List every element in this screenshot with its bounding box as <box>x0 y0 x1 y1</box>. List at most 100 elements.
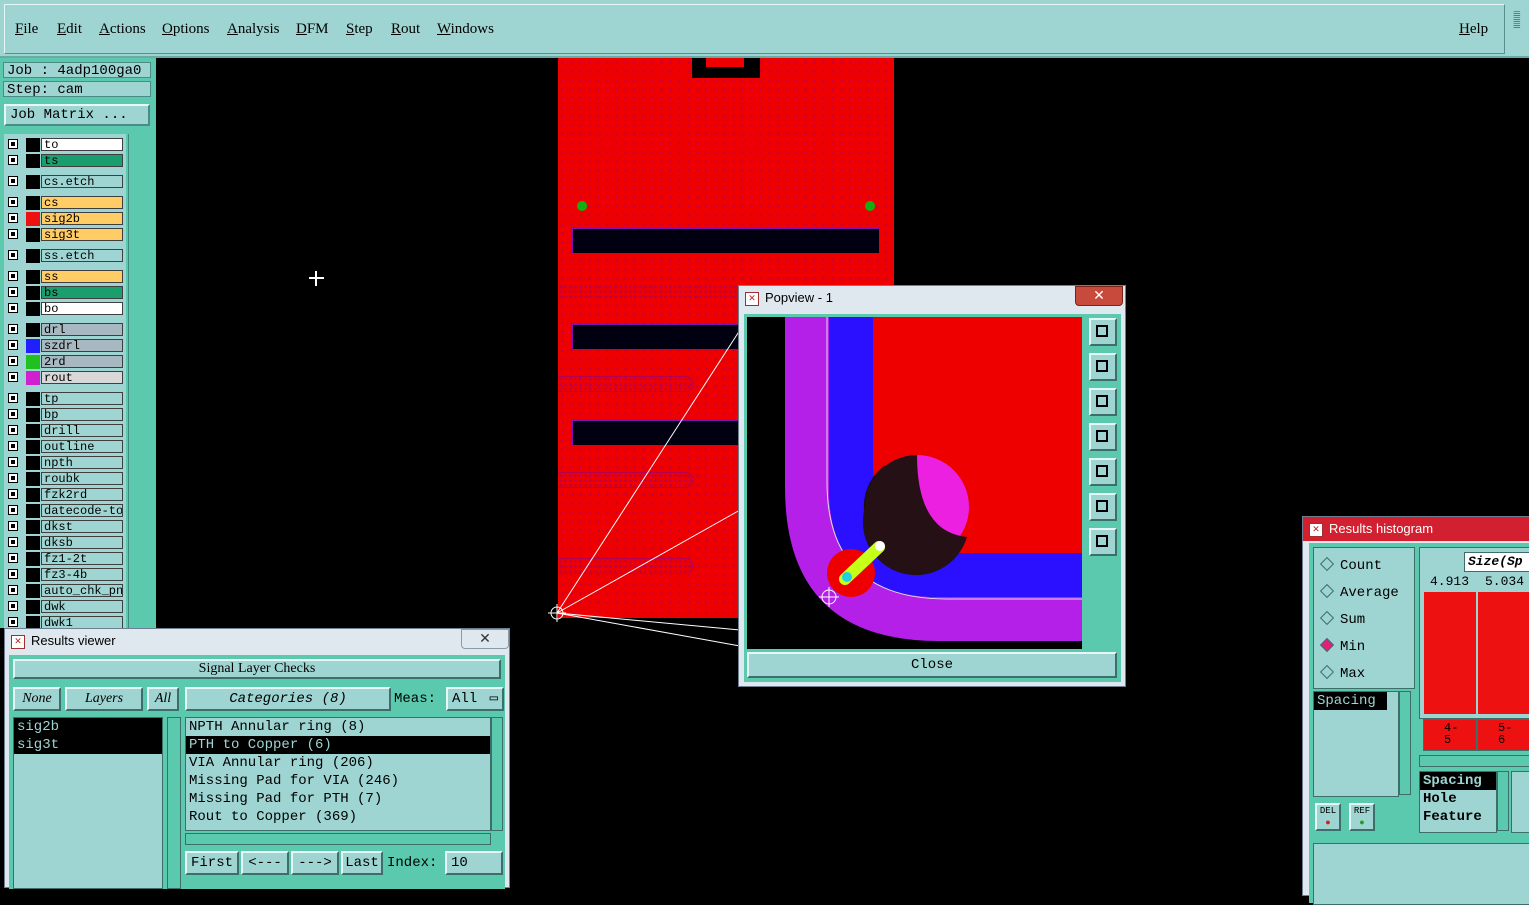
layers-button[interactable]: Layers <box>65 687 143 711</box>
layer-name[interactable]: cs.etch <box>41 175 123 188</box>
layer-checkbox[interactable] <box>8 250 18 260</box>
results-viewer-close-icon[interactable]: ✕ <box>461 629 509 649</box>
layer-name[interactable]: bp <box>41 408 123 421</box>
menu-actions[interactable]: Actions <box>99 21 146 38</box>
layer-row-fzk2rd[interactable]: fzk2rd <box>4 488 126 502</box>
index-input[interactable]: 10 <box>445 851 503 875</box>
layer-row-bp[interactable]: bp <box>4 408 126 422</box>
layer-name[interactable]: drill <box>41 424 123 437</box>
del-button[interactable]: DEL ● <box>1315 803 1341 831</box>
layer-row-cs.etch[interactable]: cs.etch <box>4 175 126 189</box>
layer-color-swatch[interactable] <box>26 355 40 369</box>
menu-help[interactable]: Help <box>1459 21 1488 38</box>
next-button[interactable]: ---> <box>291 851 339 875</box>
layer-name[interactable]: tp <box>41 392 123 405</box>
layer-color-swatch[interactable] <box>26 504 40 518</box>
layer-row-datecode-to[interactable]: datecode-to <box>4 504 126 518</box>
all-button[interactable]: All <box>147 687 179 711</box>
layer-row-drill[interactable]: drill <box>4 424 126 438</box>
layer-row-cs[interactable]: cs <box>4 196 126 210</box>
layer-row-tp[interactable]: tp <box>4 392 126 406</box>
category-list-scrollbar[interactable] <box>491 717 503 831</box>
menu-file[interactable]: File <box>15 21 38 38</box>
popview-canvas[interactable] <box>747 317 1082 649</box>
ref-button[interactable]: REF ● <box>1349 803 1375 831</box>
layer-list-scrollbar[interactable] <box>128 134 155 628</box>
layer-checkbox[interactable] <box>8 303 18 313</box>
layer-name[interactable]: auto_chk_pn <box>41 584 123 597</box>
job-matrix-button[interactable]: Job Matrix ... <box>4 104 150 126</box>
layer-row-drl[interactable]: drl <box>4 323 126 337</box>
layer-row-roubk[interactable]: roubk <box>4 472 126 486</box>
histogram-measure-list[interactable]: Spacing <box>1313 691 1399 797</box>
layer-row-to[interactable]: to <box>4 138 126 152</box>
move-up-icon[interactable] <box>1089 353 1117 381</box>
layer-checkbox[interactable] <box>8 271 18 281</box>
layer-color-swatch[interactable] <box>26 472 40 486</box>
layer-color-swatch[interactable] <box>26 568 40 582</box>
layer-row-dkst[interactable]: dkst <box>4 520 126 534</box>
histogram-titlebar[interactable]: ✕ Results histogram <box>1303 517 1529 541</box>
layer-checkbox[interactable] <box>8 521 18 531</box>
layer-color-swatch[interactable] <box>26 212 40 226</box>
list-item[interactable]: Feature <box>1420 808 1496 826</box>
layer-color-swatch[interactable] <box>26 488 40 502</box>
layer-checkbox[interactable] <box>8 601 18 611</box>
pan-icon[interactable] <box>1089 318 1117 346</box>
meas-select[interactable]: All ▭ <box>446 687 504 711</box>
layer-name[interactable]: ss <box>41 270 123 283</box>
layer-checkbox[interactable] <box>8 457 18 467</box>
layer-checkbox[interactable] <box>8 393 18 403</box>
layer-name[interactable]: drl <box>41 323 123 336</box>
menu-step[interactable]: Step <box>346 21 373 38</box>
list-item[interactable]: VIA Annular ring (206) <box>186 754 490 772</box>
layer-color-swatch[interactable] <box>26 520 40 534</box>
mode-count-radio[interactable]: Count <box>1319 556 1382 574</box>
popview-close-button[interactable]: Close <box>747 652 1117 678</box>
layer-name[interactable]: bs <box>41 286 123 299</box>
layer-checkbox[interactable] <box>8 229 18 239</box>
layer-color-swatch[interactable] <box>26 286 40 300</box>
layer-row-dksb[interactable]: dksb <box>4 536 126 550</box>
category-list[interactable]: NPTH Annular ring (8) PTH to Copper (6) … <box>185 717 491 831</box>
layer-row-npth[interactable]: npth <box>4 456 126 470</box>
layer-checkbox[interactable] <box>8 473 18 483</box>
layer-name[interactable]: outline <box>41 440 123 453</box>
mode-average-radio[interactable]: Average <box>1319 583 1399 601</box>
layer-row-dwk[interactable]: dwk <box>4 600 126 614</box>
layer-name[interactable]: bo <box>41 302 123 315</box>
results-viewer-titlebar[interactable]: ✕ Results viewer <box>5 629 509 653</box>
list-item[interactable]: sig2b <box>14 718 162 736</box>
first-button[interactable]: First <box>185 851 239 875</box>
toolbar-menu-icon[interactable]: ≡ ≡ ≡ <box>1513 8 1529 42</box>
menu-rout[interactable]: Rout <box>391 21 420 38</box>
zoom-home-icon[interactable] <box>1089 528 1117 556</box>
layer-color-swatch[interactable] <box>26 302 40 316</box>
mode-max-radio[interactable]: Max <box>1319 664 1365 682</box>
list-item[interactable]: Hole <box>1420 790 1496 808</box>
layer-checkbox[interactable] <box>8 324 18 334</box>
layer-row-ss.etch[interactable]: ss.etch <box>4 249 126 263</box>
layer-checkbox[interactable] <box>8 356 18 366</box>
menu-edit[interactable]: Edit <box>57 21 82 38</box>
menu-options[interactable]: Options <box>162 21 210 38</box>
popview-titlebar[interactable]: ✕ Popview - 1 <box>739 286 1125 310</box>
layer-checkbox[interactable] <box>8 372 18 382</box>
popview-close-icon[interactable]: ✕ <box>1075 286 1123 306</box>
layer-checkbox[interactable] <box>8 287 18 297</box>
layer-color-swatch[interactable] <box>26 456 40 470</box>
layer-checkbox[interactable] <box>8 617 18 627</box>
layer-row-ss[interactable]: ss <box>4 270 126 284</box>
layer-list-scrollbar[interactable] <box>167 717 181 889</box>
histogram-bar[interactable] <box>1424 592 1476 714</box>
layer-checkbox[interactable] <box>8 489 18 499</box>
layer-row-rout[interactable]: rout <box>4 371 126 385</box>
layer-name[interactable]: szdrl <box>41 339 123 352</box>
layer-checkbox[interactable] <box>8 441 18 451</box>
layer-name[interactable]: npth <box>41 456 123 469</box>
layer-name[interactable]: fzk2rd <box>41 488 123 501</box>
histogram-hscrollbar[interactable] <box>1419 755 1529 767</box>
move-left-icon[interactable] <box>1089 423 1117 451</box>
list-item[interactable]: Missing Pad for VIA (246) <box>186 772 490 790</box>
layer-color-swatch[interactable] <box>26 552 40 566</box>
